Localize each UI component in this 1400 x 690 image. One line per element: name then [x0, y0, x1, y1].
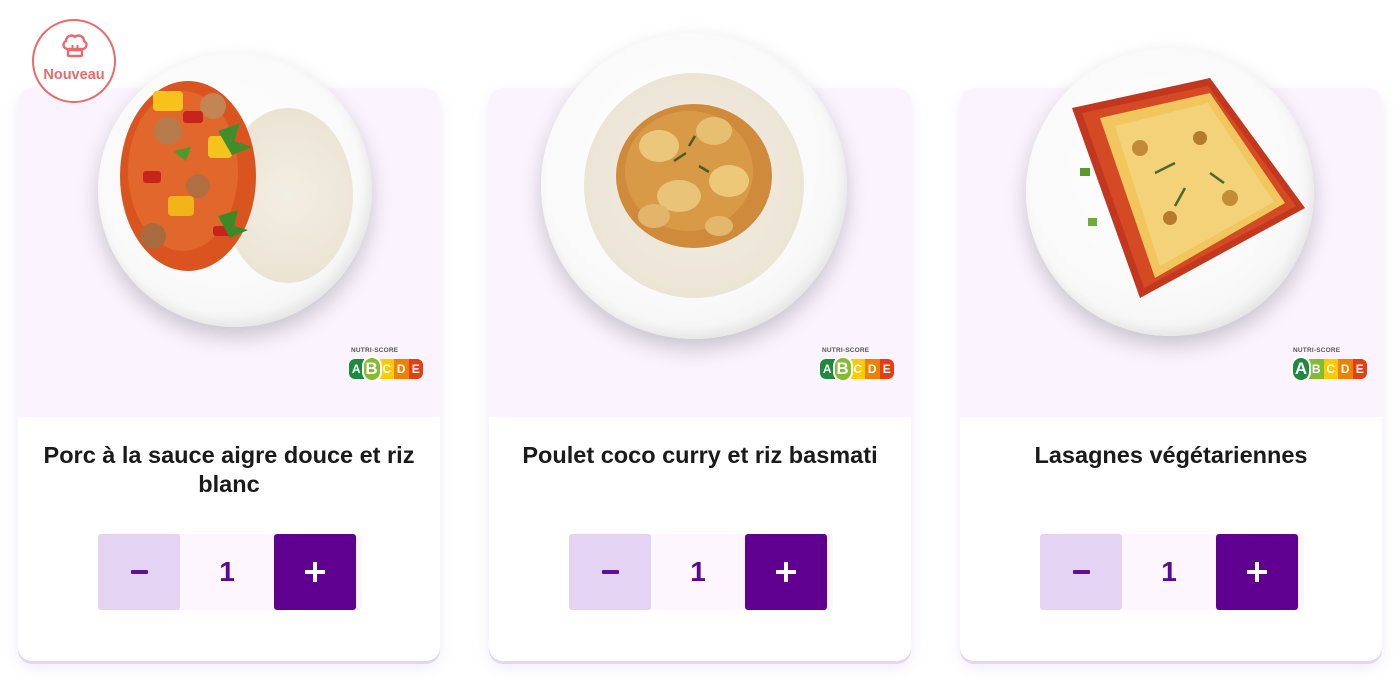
- dish-illustration: [1072, 78, 1305, 298]
- new-badge: Nouveau: [32, 19, 116, 103]
- quantity-stepper: 1: [98, 534, 362, 610]
- nutriscore-letter: B: [1309, 359, 1324, 379]
- dish-illustration: [120, 81, 256, 271]
- nutriscore-letter: E: [879, 359, 894, 379]
- nutriscore-letter: D: [394, 359, 409, 379]
- nutriscore-letter: E: [408, 359, 423, 379]
- quantity-value: 1: [690, 556, 706, 587]
- product-card[interactable]: NUTRI-SCORE A B C D E Poulet coco curry …: [489, 33, 911, 661]
- quantity-stepper: 1: [1040, 534, 1304, 610]
- increase-quantity-button[interactable]: [1216, 534, 1298, 610]
- increase-quantity-button[interactable]: [274, 534, 356, 610]
- product-card[interactable]: NUTRI-SCORE A B C D E Porc à la sauce ai…: [18, 53, 440, 661]
- minus-icon: [130, 570, 148, 574]
- nutriscore-letter: B: [832, 356, 853, 382]
- nutriscore-letter: A: [1291, 356, 1311, 382]
- quantity-value: 1: [219, 556, 235, 587]
- nutriscore-letter: B: [361, 356, 382, 382]
- nutriscore-a: NUTRI-SCORE A B C D E: [1291, 345, 1367, 385]
- quantity-stepper: 1: [569, 534, 833, 610]
- quantity-value: 1: [1161, 556, 1177, 587]
- dish-illustration: [616, 104, 772, 248]
- plus-icon: [1247, 562, 1267, 582]
- nutriscore-b: NUTRI-SCORE A B C D E: [820, 345, 896, 385]
- plus-icon: [776, 562, 796, 582]
- nutriscore-b: NUTRI-SCORE A B C D E: [349, 345, 425, 385]
- nutriscore-letter: E: [1352, 359, 1367, 379]
- nutriscore-label: NUTRI-SCORE: [822, 347, 870, 354]
- product-card[interactable]: NUTRI-SCORE A B C D E Lasagnes végétarie…: [960, 48, 1382, 661]
- nutriscore-letter: D: [865, 359, 880, 379]
- nutriscore-label: NUTRI-SCORE: [351, 347, 399, 354]
- product-name: Lasagnes végétariennes: [1034, 442, 1308, 468]
- increase-quantity-button[interactable]: [745, 534, 827, 610]
- nutriscore-letter: C: [1323, 359, 1338, 379]
- plus-icon: [305, 562, 325, 582]
- decrease-quantity-button[interactable]: [569, 534, 651, 610]
- badge-label: Nouveau: [43, 67, 105, 83]
- product-name: Porc à la sauce aigre douce et riz blanc: [43, 442, 415, 497]
- minus-icon: [601, 570, 619, 574]
- product-name: Poulet coco curry et riz basmati: [522, 442, 878, 468]
- minus-icon: [1072, 570, 1090, 574]
- nutriscore-letter: C: [379, 359, 394, 379]
- decrease-quantity-button[interactable]: [98, 534, 180, 610]
- decrease-quantity-button[interactable]: [1040, 534, 1122, 610]
- nutriscore-letter: C: [850, 359, 865, 379]
- nutriscore-letter: D: [1338, 359, 1353, 379]
- nutriscore-label: NUTRI-SCORE: [1293, 347, 1341, 354]
- chef-hat-icon: [62, 34, 88, 58]
